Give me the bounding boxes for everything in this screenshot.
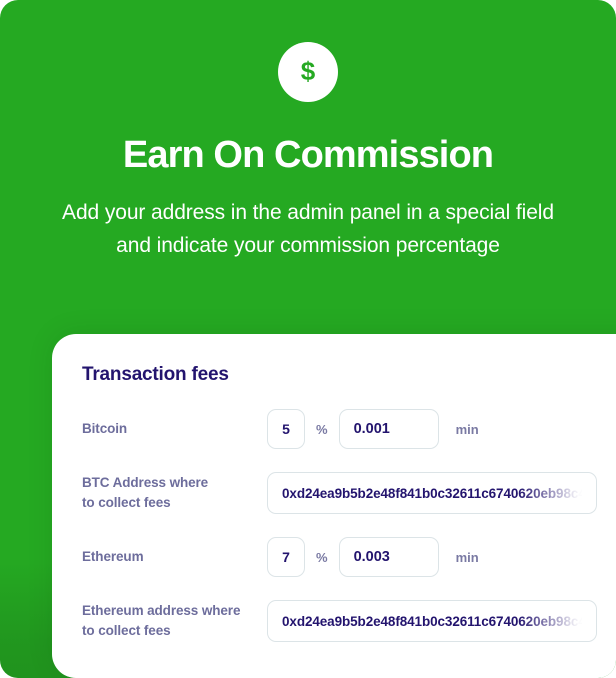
btc-address-controls: [267, 472, 597, 514]
row-label-line-1: Ethereum address where: [82, 603, 241, 619]
earn-on-commission-panel: $ Earn On Commission Add your address in…: [0, 0, 616, 678]
bitcoin-min-unit: min: [455, 421, 479, 437]
row-label-btc-address: BTC Address where to collect fees: [82, 473, 267, 512]
ethereum-percent-input[interactable]: [267, 537, 305, 577]
btc-address-field-wrap: [267, 472, 597, 514]
bitcoin-min-input[interactable]: [338, 409, 439, 449]
hero-section: $ Earn On Commission Add your address in…: [0, 0, 616, 263]
transaction-fees-card: Transaction fees Bitcoin % min BTC Addre…: [52, 334, 616, 678]
page-title: Earn On Commission: [122, 134, 494, 176]
row-label-line-2: to collect fees: [82, 623, 171, 638]
ethereum-address-input[interactable]: [267, 600, 597, 642]
row-label-ethereum: Ethereum: [82, 549, 144, 565]
ethereum-percent-unit: %: [316, 549, 328, 565]
card-title: Transaction fees: [82, 364, 229, 385]
dollar-circle-icon: $: [278, 42, 338, 102]
ethereum-fee-controls: % min: [267, 537, 479, 577]
bitcoin-fee-controls: % min: [267, 409, 479, 449]
table-row: Ethereum % min: [82, 537, 616, 577]
table-row: BTC Address where to collect fees: [82, 472, 616, 514]
ethereum-min-unit: min: [455, 549, 479, 565]
bitcoin-percent-input[interactable]: [267, 409, 305, 449]
page-subtitle: Add your address in the admin panel in a…: [62, 201, 554, 258]
ethereum-min-input[interactable]: [338, 537, 439, 577]
table-row: Ethereum address where to collect fees: [82, 600, 616, 642]
btc-address-input[interactable]: [267, 472, 597, 514]
ethereum-address-field-wrap: [267, 600, 597, 642]
row-label-bitcoin: Bitcoin: [82, 421, 128, 437]
row-label-line-2: to collect fees: [82, 495, 171, 510]
row-label-line-1: BTC Address where: [82, 475, 209, 491]
table-row: Bitcoin % min: [82, 409, 616, 449]
row-label-ethereum-address: Ethereum address where to collect fees: [82, 601, 267, 640]
ethereum-address-controls: [267, 600, 597, 642]
svg-text:$: $: [301, 56, 316, 86]
bitcoin-percent-unit: %: [316, 421, 328, 437]
